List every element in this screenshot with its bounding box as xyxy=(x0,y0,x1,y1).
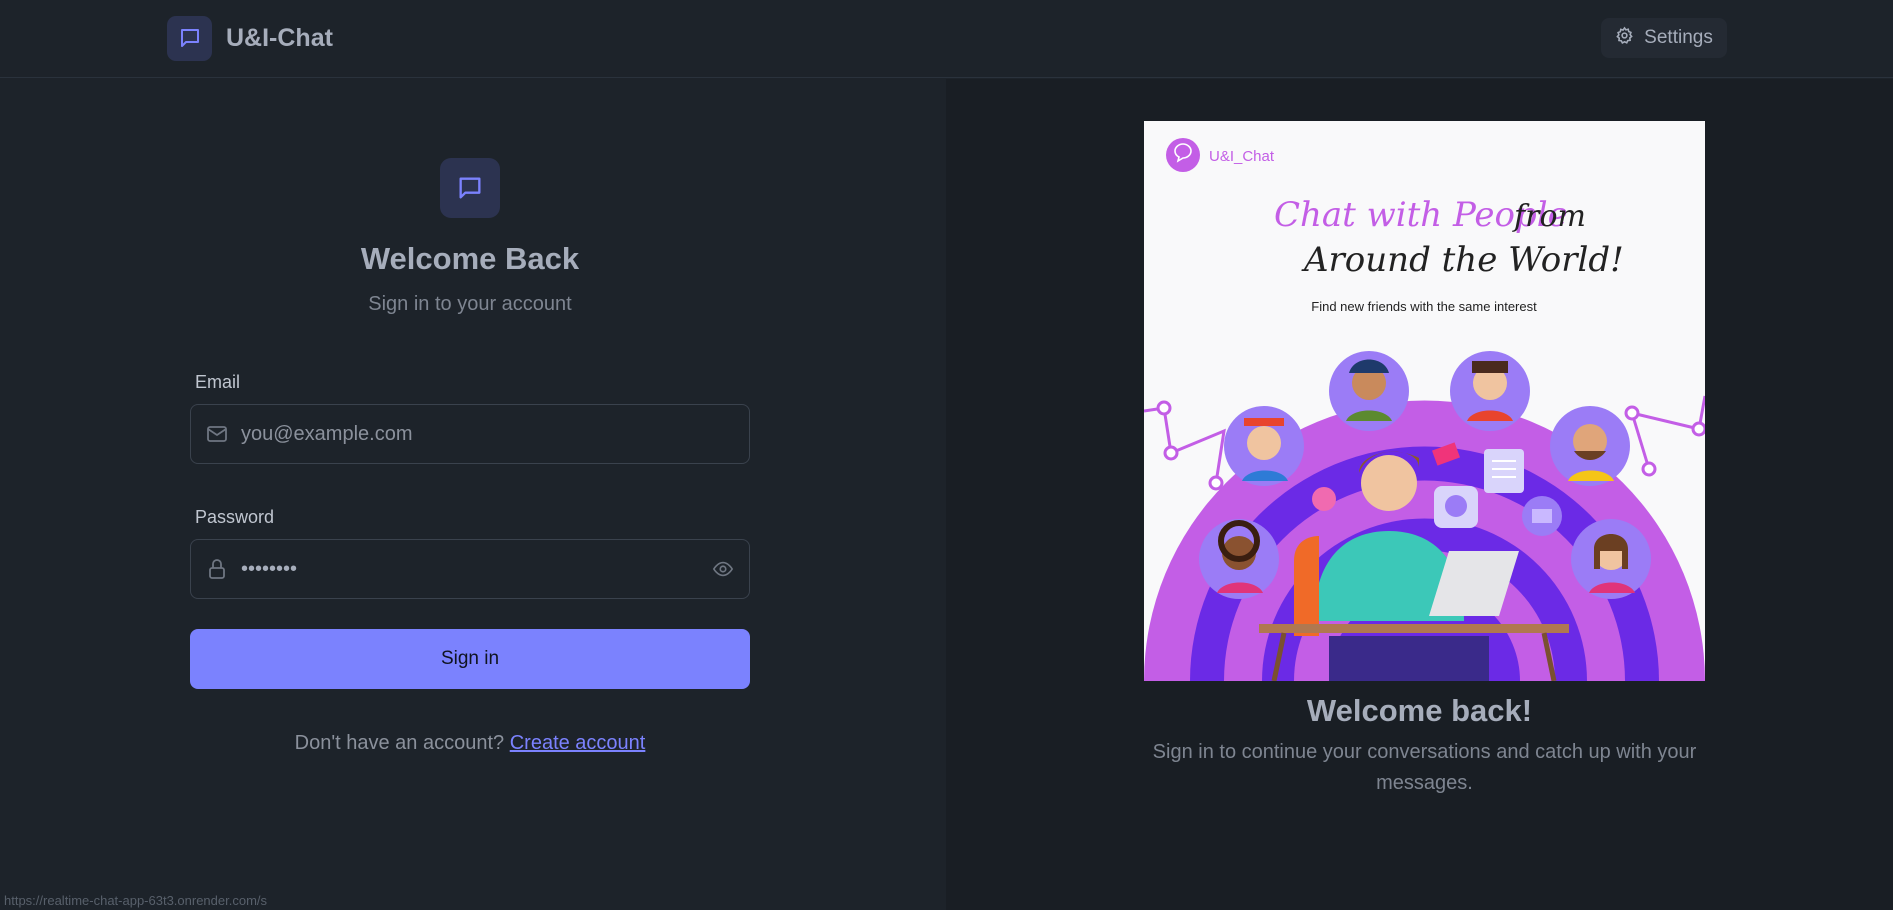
image-headline-2: from xyxy=(1512,199,1586,234)
form-title: Welcome Back xyxy=(360,241,580,276)
navbar: U&I-Chat Settings xyxy=(0,0,1893,78)
eye-icon[interactable] xyxy=(711,558,735,585)
image-headline-3: Around the World! xyxy=(1301,240,1624,280)
email-label: Email xyxy=(195,372,241,392)
signup-prompt-text: Don't have an account? xyxy=(294,732,505,754)
sign-in-button[interactable]: Sign in xyxy=(190,629,750,689)
form-subtitle: Sign in to your account xyxy=(368,293,572,315)
gear-icon xyxy=(1615,26,1634,51)
chat-logo-icon xyxy=(1166,138,1200,172)
brand-link[interactable]: U&I-Chat xyxy=(167,14,333,62)
mail-icon xyxy=(205,422,229,451)
promo-panel: U&I_Chat Chat with People from Around th… xyxy=(946,79,1893,910)
promo-title: Welcome back! xyxy=(1306,693,1533,728)
password-field-wrapper xyxy=(190,539,750,599)
image-tagline: Find new friends with the same interest xyxy=(1311,299,1537,314)
password-label: Password xyxy=(195,507,275,527)
chat-bubble-icon xyxy=(167,15,212,61)
settings-label: Settings xyxy=(1644,27,1713,48)
password-field[interactable] xyxy=(241,540,681,598)
settings-button[interactable]: Settings xyxy=(1601,18,1727,58)
email-field-wrapper xyxy=(190,404,750,464)
create-account-link[interactable]: Create account xyxy=(510,732,646,754)
email-field[interactable] xyxy=(241,405,681,463)
status-bar-url: https://realtime-chat-app-63t3.onrender.… xyxy=(0,893,272,910)
lock-icon xyxy=(205,557,229,586)
promo-subtitle: Sign in to continue your conversations a… xyxy=(1152,741,1697,794)
signup-prompt: Don't have an account? Create account xyxy=(190,732,750,755)
promo-illustration: U&I_Chat Chat with People from Around th… xyxy=(1144,121,1705,681)
image-brand-text: U&I_Chat xyxy=(1209,148,1275,165)
chat-bubble-icon xyxy=(440,158,500,218)
app-name: U&I-Chat xyxy=(226,23,333,52)
